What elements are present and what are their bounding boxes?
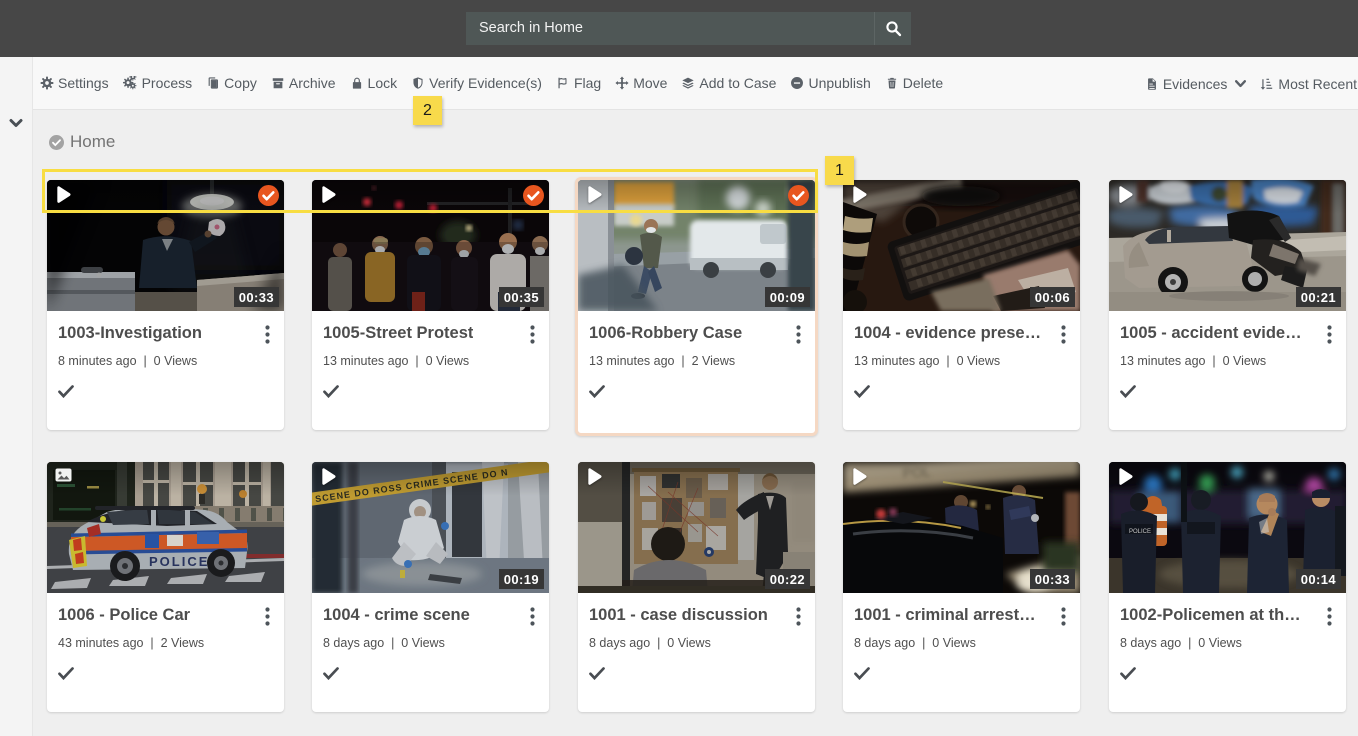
svg-text:POLICE: POLICE — [1129, 529, 1151, 535]
